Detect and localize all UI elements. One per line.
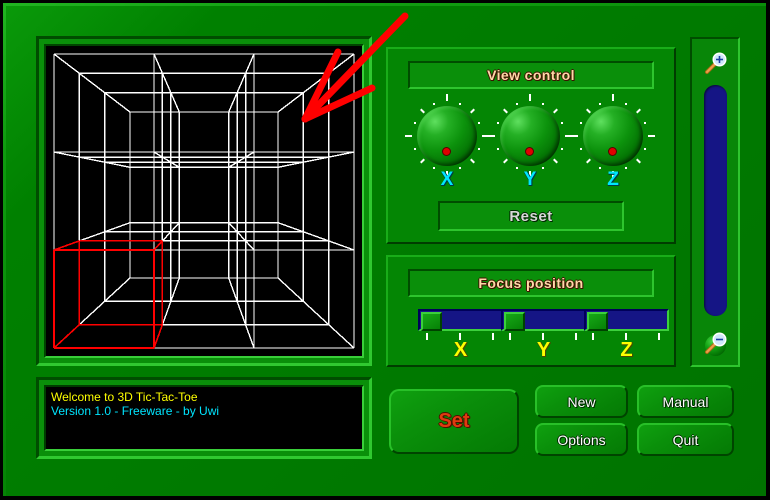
focus-slider-y[interactable]: Y <box>501 309 589 363</box>
message-box-frame: Welcome to 3D Tic-Tac-Toe Version 1.0 - … <box>36 377 372 459</box>
reset-button[interactable]: Reset <box>438 201 624 231</box>
knob-y-indicator-dot <box>526 148 533 155</box>
zoom-control-panel <box>690 37 740 367</box>
3d-tictactoe-wireframe[interactable] <box>46 46 362 356</box>
quit-button-label: Quit <box>672 431 699 448</box>
focus-slider-x-label: X <box>453 339 468 361</box>
knob-z[interactable]: Z <box>571 94 655 191</box>
status-message-box: Welcome to 3D Tic-Tac-Toe Version 1.0 - … <box>44 385 364 451</box>
set-button[interactable]: Set <box>389 389 519 454</box>
focus-slider-x-track[interactable] <box>418 309 503 331</box>
options-button[interactable]: Options <box>535 423 628 456</box>
window-edge-bottom <box>0 496 770 500</box>
knob-y[interactable]: Y <box>488 94 572 191</box>
magnifier-minus-icon[interactable] <box>702 329 730 357</box>
application-window: Welcome to 3D Tic-Tac-Toe Version 1.0 - … <box>0 0 770 500</box>
focus-slider-x[interactable]: X <box>418 309 506 363</box>
window-edge-right <box>766 0 770 500</box>
view-control-title-box: View control <box>408 61 654 89</box>
manual-button[interactable]: Manual <box>637 385 734 418</box>
message-line-welcome: Welcome to 3D Tic-Tac-Toe <box>51 390 198 404</box>
knob-z-body[interactable] <box>583 106 643 166</box>
focus-position-title-box: Focus position <box>408 269 654 297</box>
knob-z-label: Z <box>607 169 619 190</box>
knob-y-label: Y <box>523 169 537 190</box>
view-control-panel: View control X Y Z Reset <box>386 47 676 244</box>
knob-x-label: X <box>440 169 454 190</box>
window-edge-left <box>0 0 3 500</box>
focus-slider-z-track[interactable] <box>584 309 669 331</box>
reset-button-label: Reset <box>509 207 553 225</box>
quit-button[interactable]: Quit <box>637 423 734 456</box>
magnifier-plus-icon[interactable] <box>702 49 730 77</box>
knob-x-body[interactable] <box>417 106 477 166</box>
knob-x-indicator-dot <box>443 148 450 155</box>
focus-slider-y-thumb[interactable] <box>504 312 525 331</box>
game-board-screen[interactable] <box>44 44 364 358</box>
window-edge-top <box>0 0 770 3</box>
options-button-label: Options <box>557 431 606 448</box>
new-button[interactable]: New <box>535 385 628 418</box>
set-button-label: Set <box>438 410 470 432</box>
knob-y-body[interactable] <box>500 106 560 166</box>
focus-slider-z-label: Z <box>620 339 633 361</box>
focus-slider-y-label: Y <box>536 339 551 361</box>
focus-slider-z-thumb[interactable] <box>587 312 608 331</box>
focus-slider-x-thumb[interactable] <box>421 312 442 331</box>
knob-z-indicator-dot <box>609 148 616 155</box>
focus-position-title: Focus position <box>478 275 584 291</box>
zoom-slider-track[interactable] <box>704 85 727 356</box>
view-control-title: View control <box>487 67 575 83</box>
knob-x[interactable]: X <box>405 94 489 191</box>
focus-slider-z[interactable]: Z <box>584 309 672 363</box>
focus-slider-y-track[interactable] <box>501 309 586 331</box>
window-face: Welcome to 3D Tic-Tac-Toe Version 1.0 - … <box>3 3 766 496</box>
message-line-version: Version 1.0 - Freeware - by Uwi <box>51 404 220 418</box>
game-board-frame <box>36 36 372 366</box>
focus-position-panel: Focus position X Y Z <box>386 255 676 367</box>
new-button-label: New <box>567 393 596 410</box>
manual-button-label: Manual <box>662 393 709 410</box>
